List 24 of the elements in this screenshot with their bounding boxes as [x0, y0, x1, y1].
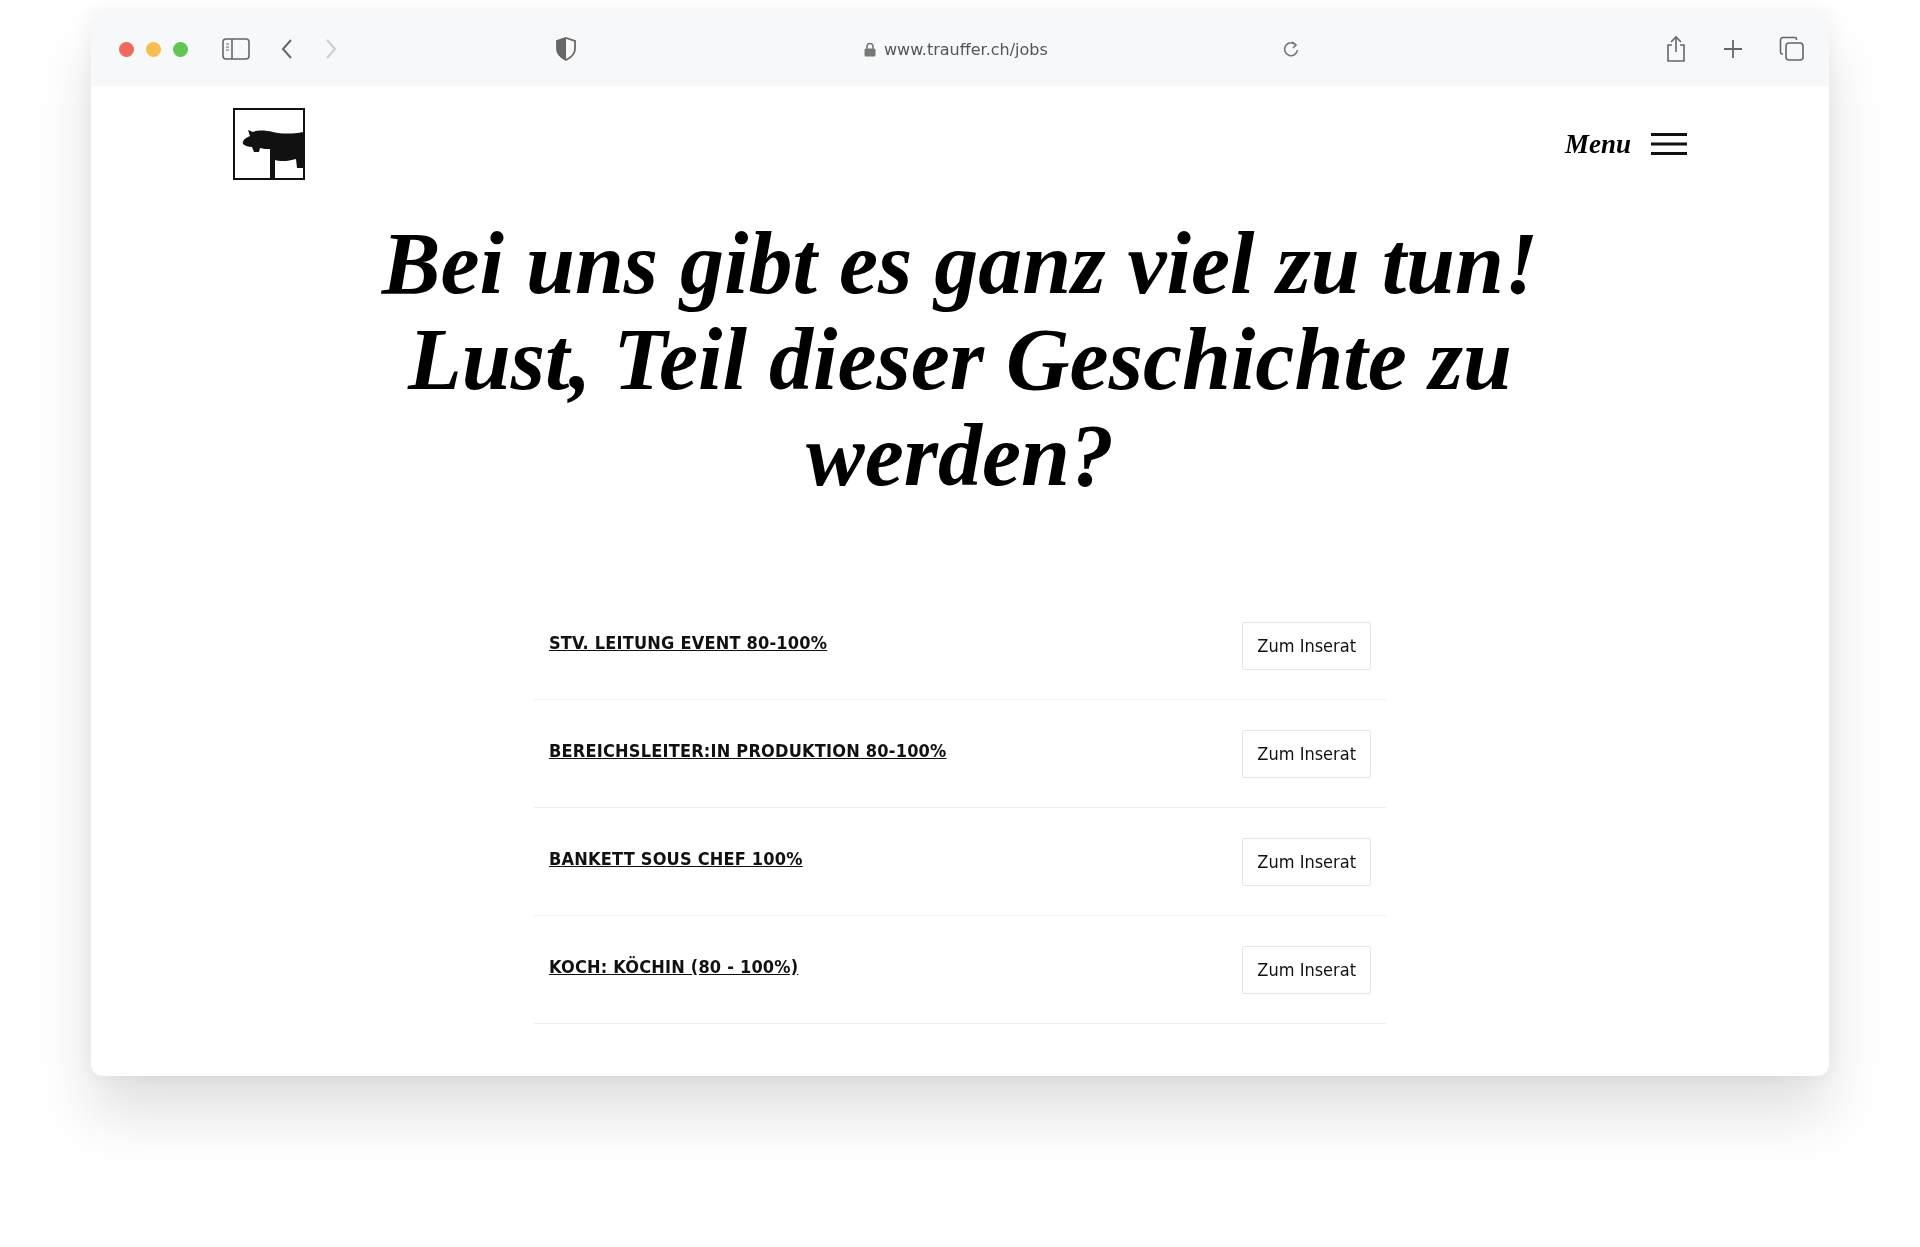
tabs-overview-icon[interactable] — [1779, 36, 1805, 62]
sidebar-icon[interactable] — [222, 38, 250, 60]
reload-icon[interactable] — [1281, 40, 1300, 58]
page-heading: werden? — [806, 408, 1114, 504]
back-icon[interactable] — [280, 38, 294, 60]
page-heading: Lust, Teil dieser Geschichte zu — [407, 312, 1513, 408]
job-title-link[interactable]: BEREICHSLEITER:IN PRODUKTION 80-100% — [549, 740, 947, 761]
menu-icon[interactable] — [1651, 132, 1687, 156]
menu-label[interactable]: Menu — [1564, 128, 1631, 160]
shield-icon[interactable] — [556, 37, 576, 61]
job-ad-button[interactable]: Zum Inserat — [1242, 837, 1371, 886]
address-text[interactable]: www.trauffer.ch/jobs — [884, 39, 1048, 59]
cow-logo[interactable] — [233, 108, 305, 180]
job-ad-button[interactable]: Zum Inserat — [1242, 945, 1371, 994]
job-ad-button[interactable]: Zum Inserat — [1242, 729, 1371, 778]
page-heading: Bei uns gibt es ganz viel zu tun! — [381, 216, 1539, 312]
new-tab-icon[interactable] — [1723, 39, 1743, 59]
job-title-link[interactable]: BANKETT SOUS CHEF 100% — [549, 848, 803, 869]
share-icon[interactable] — [1665, 35, 1687, 63]
job-title-link[interactable]: STV. LEITUNG EVENT 80-100% — [549, 632, 828, 653]
lock-icon — [864, 41, 876, 57]
job-ad-button[interactable]: Zum Inserat — [1242, 621, 1371, 670]
close-button[interactable] — [119, 41, 134, 57]
job-title-link[interactable]: KOCH: KÖCHIN (80 - 100%) — [549, 956, 799, 977]
